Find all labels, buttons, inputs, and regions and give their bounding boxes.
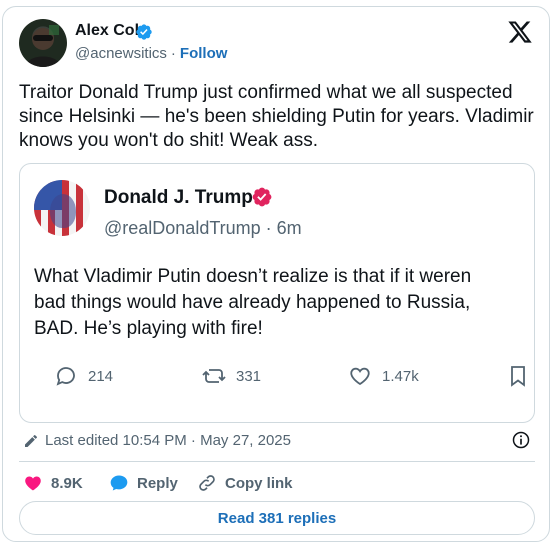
x-logo-icon[interactable]	[507, 19, 533, 45]
reply-label: Reply	[137, 474, 178, 492]
quoted-repost-action[interactable]: 331	[202, 364, 261, 388]
quoted-bookmark-action[interactable]	[506, 364, 530, 388]
edited-timestamp: Last edited 10:54 PM · May 27, 2025	[45, 432, 291, 449]
verified-badge-icon	[136, 24, 152, 40]
tweet-embed-card: Alex Cole @acnewsitics · Follow Traitor Do…	[2, 6, 550, 542]
action-bar: 8.9K Reply Copy link	[23, 473, 533, 497]
author-handle[interactable]: @acnewsitics	[75, 45, 167, 62]
reply-icon	[56, 367, 75, 386]
quoted-verified-badge-icon	[252, 187, 272, 207]
quoted-tweet-text: What Vladimir Putin doesn’t realize is t…	[34, 264, 534, 342]
separator: ·	[170, 45, 176, 62]
heart-icon	[25, 476, 41, 491]
like-count: 8.9K	[51, 474, 83, 492]
quoted-like-count: 1.47k	[382, 367, 419, 385]
quoted-like-action[interactable]: 1.47k	[348, 364, 419, 388]
follow-button[interactable]: Follow	[180, 45, 228, 62]
divider	[19, 461, 535, 462]
bookmark-icon	[511, 366, 525, 387]
quoted-tweet[interactable]: Donald J. Trump @realDonaldTrump · 6m Wh…	[19, 163, 535, 423]
quoted-action-bar: 214 331 1.47k	[20, 364, 534, 394]
author-avatar[interactable]	[19, 19, 67, 67]
read-replies-button[interactable]: Read 381 replies	[19, 501, 535, 535]
quoted-line: bad things would have already happened t…	[34, 292, 471, 313]
quoted-author-avatar[interactable]	[34, 180, 90, 236]
chat-bubble-icon	[110, 475, 128, 491]
copy-link-action[interactable]: Copy link	[197, 473, 293, 493]
author-handle-row: @acnewsitics · Follow	[75, 45, 227, 62]
quoted-reply-count: 214	[88, 367, 114, 385]
like-action[interactable]: 8.9K	[23, 473, 83, 493]
copy-link-label: Copy link	[225, 474, 293, 492]
quoted-author-handle[interactable]: @realDonaldTrump · 6m	[104, 218, 302, 239]
quoted-repost-count: 331	[236, 367, 262, 385]
info-icon[interactable]	[511, 430, 531, 450]
quoted-line: BAD. He’s playing with fire!	[34, 318, 263, 339]
pencil-icon	[25, 434, 37, 447]
quoted-line: What Vladimir Putin doesn’t realize is t…	[34, 266, 472, 287]
like-icon	[350, 367, 370, 386]
link-icon	[199, 475, 215, 491]
tweet-text: Traitor Donald Trump just confirmed what…	[19, 82, 534, 151]
edited-info[interactable]: Last edited 10:54 PM · May 27, 2025	[23, 432, 291, 449]
repost-icon	[202, 369, 226, 383]
quoted-reply-action[interactable]: 214	[54, 364, 113, 388]
reply-action[interactable]: Reply	[109, 473, 178, 493]
quoted-author-name[interactable]: Donald J. Trump	[104, 187, 253, 209]
